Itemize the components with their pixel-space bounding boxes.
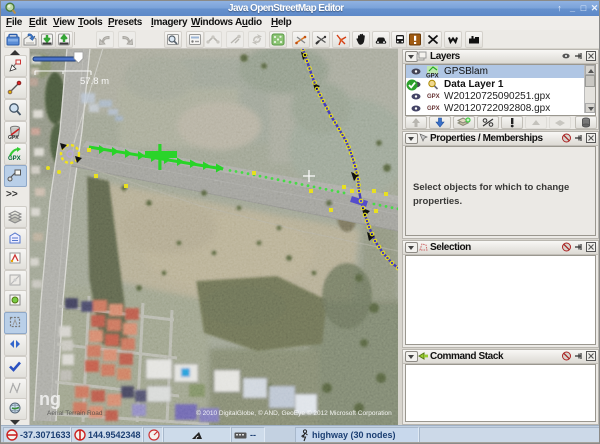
svg-text:GPX: GPX bbox=[8, 135, 19, 140]
svg-text:Aerial Terrain Road: Aerial Terrain Road bbox=[47, 410, 103, 417]
svg-text:57.8 m: 57.8 m bbox=[80, 76, 109, 87]
svg-text:© 2010 DigitalGlobe, © AND, Ge: © 2010 DigitalGlobe, © AND, GeoEye © 201… bbox=[196, 409, 392, 417]
svg-text:GPX: GPX bbox=[8, 156, 21, 162]
svg-text:ng: ng bbox=[39, 389, 61, 409]
